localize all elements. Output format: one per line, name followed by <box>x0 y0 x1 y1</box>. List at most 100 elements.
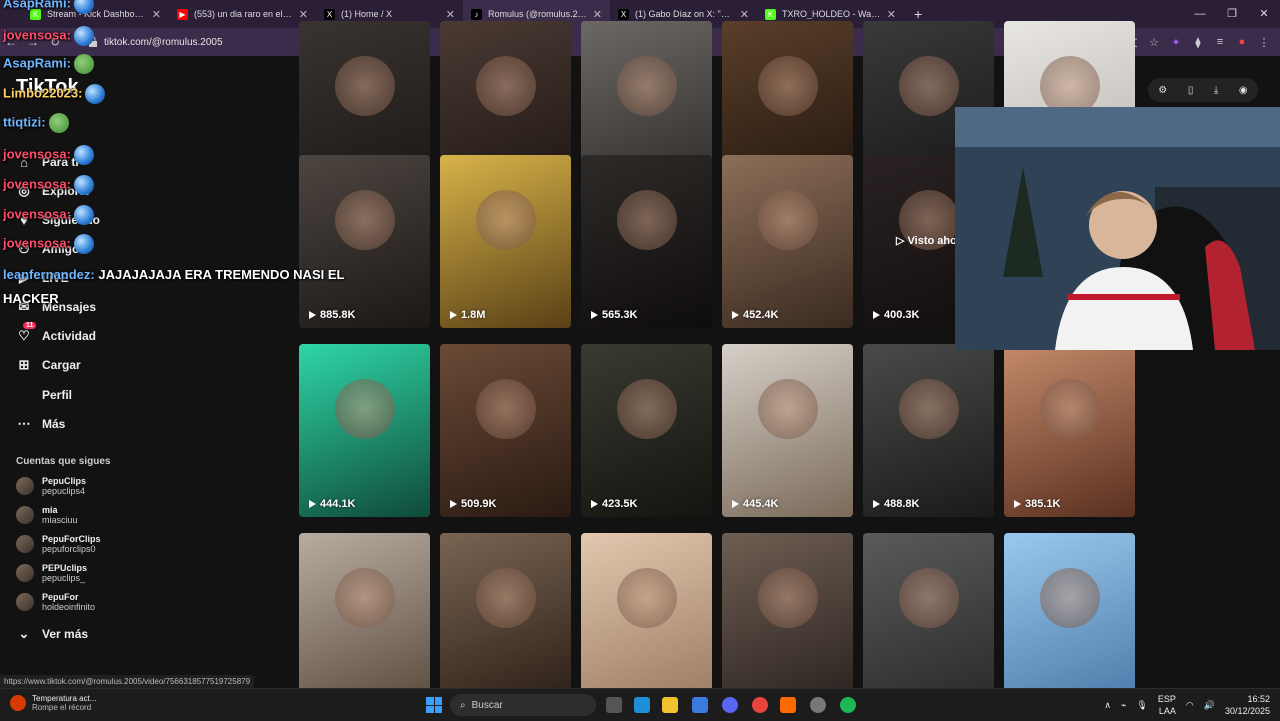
tab-close-icon[interactable]: ✕ <box>593 8 602 21</box>
tab-close-icon[interactable]: ✕ <box>740 8 749 21</box>
bookmark-star-icon[interactable]: ☆ <box>1146 36 1162 49</box>
thumbnail-subject <box>617 56 677 116</box>
webcam-overlay <box>955 107 1280 350</box>
chat-line: jovensosa: <box>3 145 94 165</box>
tab-close-icon[interactable]: ✕ <box>152 8 161 21</box>
new-tab-button[interactable]: + <box>904 6 932 22</box>
see-more-button[interactable]: ⌄ Ver más <box>16 626 89 642</box>
sidebar-item-actividad[interactable]: ♡ 11 Actividad <box>16 322 97 344</box>
play-icon <box>450 311 457 319</box>
video-thumbnail[interactable]: 488.8K <box>863 344 994 517</box>
media-icon[interactable]: ≡ <box>1212 36 1228 48</box>
menu-icon[interactable]: ⋮ <box>1256 36 1272 49</box>
video-thumbnail[interactable] <box>863 533 994 706</box>
view-count-text: 444.1K <box>320 498 356 510</box>
obs-like-icon[interactable] <box>780 697 796 713</box>
tab-close-icon[interactable]: ✕ <box>446 8 455 21</box>
tab-title: TXRO_HOLDEO - Watch clips on Kick <box>782 9 881 19</box>
thumbnail-subject <box>335 56 395 116</box>
close-window-icon[interactable]: ✕ <box>1248 0 1280 28</box>
puzzle-icon[interactable]: ⧫ <box>1190 36 1206 49</box>
account-handle: pepuforclips0 <box>42 544 96 554</box>
system-tray: ∧ ⌁ 🎙 ESP LAA ◠ 🔊 16:52 30/12/2025 <box>1104 693 1270 717</box>
play-icon <box>591 500 598 508</box>
account-name: PepuFor <box>42 592 79 602</box>
profile-avatar-icon[interactable]: ● <box>1234 36 1250 48</box>
discord-icon[interactable] <box>722 697 738 713</box>
network-icon[interactable]: ⌁ <box>1121 700 1126 711</box>
avatar <box>16 506 34 524</box>
task-view-icon[interactable] <box>606 697 622 713</box>
video-thumbnail[interactable]: 509.9K <box>440 344 571 517</box>
thumbnail-subject <box>758 190 818 250</box>
tab-close-icon[interactable]: ✕ <box>299 8 308 21</box>
video-thumbnail[interactable] <box>581 533 712 706</box>
video-thumbnail[interactable]: 445.4K <box>722 344 853 517</box>
tab-close-icon[interactable]: ✕ <box>887 8 896 21</box>
followed-account[interactable]: PepuClips pepuclips4 <box>16 476 86 496</box>
chat-username: jovensosa: <box>3 235 71 251</box>
download-icon[interactable]: ⤓ <box>1214 85 1218 96</box>
video-thumbnail[interactable]: 565.3K <box>581 155 712 328</box>
minimize-icon[interactable]: — <box>1184 0 1216 28</box>
app-icon[interactable] <box>810 697 826 713</box>
search-placeholder: Buscar <box>471 699 503 711</box>
language-indicator[interactable]: ESP LAA <box>1158 693 1176 717</box>
wifi-icon[interactable]: ◠ <box>1186 700 1194 711</box>
extension-icon[interactable]: ✦ <box>1168 36 1184 49</box>
clock-time: 16:52 <box>1247 694 1270 704</box>
chrome-icon[interactable] <box>752 697 768 713</box>
taskbar-search[interactable]: ⌕ Buscar <box>450 694 596 716</box>
browser-tab[interactable]: ▶ (553) un dia raro en el chat - YouTube… <box>169 0 316 28</box>
play-icon <box>309 311 316 319</box>
followed-account[interactable]: PEPUclips pepuclips_ <box>16 563 87 583</box>
store-icon[interactable] <box>692 697 708 713</box>
thumbnail-subject <box>758 56 818 116</box>
followed-account[interactable]: PepuFor holdeoinfinito <box>16 592 95 612</box>
activity-badge: 11 <box>23 322 37 329</box>
sidebar-item-label: Actividad <box>42 329 97 343</box>
sidebar-item-perfil[interactable]: Perfil <box>16 387 72 403</box>
settings-icon[interactable]: ⚙ <box>1158 85 1167 96</box>
view-count: 444.1K <box>309 498 355 510</box>
followed-account[interactable]: PepuForClips pepuforclips0 <box>16 534 101 554</box>
sidebar-item-label: Perfil <box>42 388 73 402</box>
mic-icon[interactable]: 🎙 <box>1136 700 1147 711</box>
video-thumbnail[interactable] <box>1004 533 1135 706</box>
chat-line: jovensosa: <box>3 175 94 195</box>
clock-date: 30/12/2025 <box>1224 706 1270 716</box>
file-explorer-icon[interactable] <box>662 697 678 713</box>
window-controls: — ❐ ✕ <box>1184 0 1280 28</box>
url-text: tiktok.com/@romulus.2005 <box>104 36 223 48</box>
thumbnail-subject <box>335 190 395 250</box>
toggle-icon[interactable]: ◉ <box>1239 85 1248 96</box>
sidebar-item-más[interactable]: ⋯ Más <box>16 416 66 432</box>
account-name: PEPUclips <box>42 563 88 573</box>
video-thumbnail[interactable] <box>440 533 571 706</box>
followed-account[interactable]: mia miasciuu <box>16 505 78 525</box>
video-thumbnail[interactable] <box>299 533 430 706</box>
globe-emote-icon <box>73 205 94 225</box>
maximize-icon[interactable]: ❐ <box>1216 0 1248 28</box>
play-icon <box>873 311 880 319</box>
video-thumbnail[interactable]: 385.1K <box>1004 344 1135 517</box>
video-thumbnail[interactable]: 423.5K <box>581 344 712 517</box>
edge-icon[interactable] <box>634 697 650 713</box>
clock[interactable]: 16:52 30/12/2025 <box>1225 693 1270 717</box>
avatar <box>16 477 34 495</box>
weather-widget[interactable]: Temperatura act... Rompe el récord <box>10 694 96 712</box>
spotify-icon[interactable] <box>840 697 856 713</box>
windows-start-icon[interactable] <box>426 697 442 713</box>
tray-chevron-icon[interactable]: ∧ <box>1104 700 1111 711</box>
volume-icon[interactable]: 🔊 <box>1204 700 1215 711</box>
video-thumbnail[interactable]: 444.1K <box>299 344 430 517</box>
view-count: 509.9K <box>450 498 496 510</box>
video-thumbnail[interactable]: 452.4K <box>722 155 853 328</box>
video-thumbnail[interactable] <box>722 533 853 706</box>
phone-icon[interactable]: ▯ <box>1188 85 1194 96</box>
globe-emote-icon <box>73 0 94 14</box>
sidebar-item-cargar[interactable]: ⊞ Cargar <box>16 357 81 373</box>
video-thumbnail[interactable]: 1.8M <box>440 155 571 328</box>
thumbnail-subject <box>1040 568 1100 628</box>
account-name: PepuForClips <box>42 534 101 544</box>
